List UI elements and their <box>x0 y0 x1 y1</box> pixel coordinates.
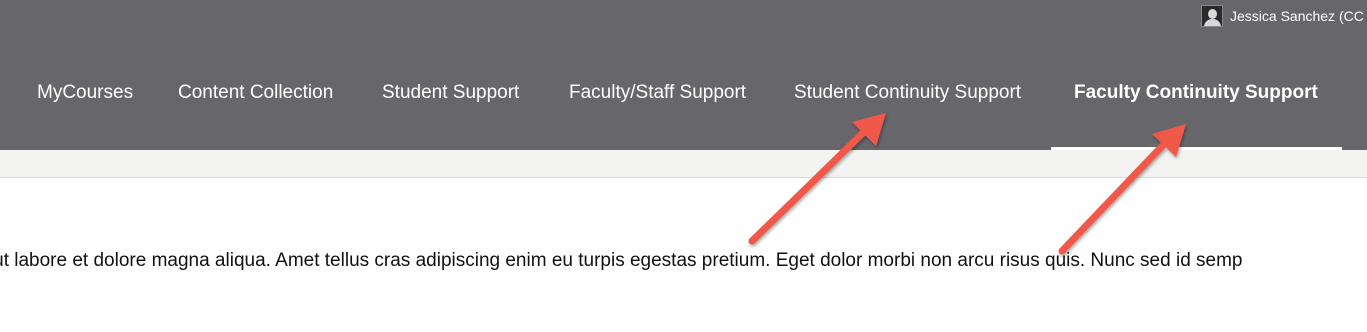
body-text: nt ut labore et dolore magna aliqua. Ame… <box>0 250 1243 271</box>
tab-faculty-continuity-support[interactable]: Faculty Continuity Support <box>1074 64 1318 150</box>
user-name: Jessica Sanchez (CC <box>1230 8 1364 24</box>
sub-header-bar <box>0 150 1367 178</box>
tab-student-support[interactable]: Student Support <box>382 64 519 150</box>
tab-content-collection[interactable]: Content Collection <box>178 64 333 150</box>
tab-student-continuity-support[interactable]: Student Continuity Support <box>794 64 1021 150</box>
user-menu[interactable]: Jessica Sanchez (CC <box>1201 5 1367 27</box>
page-content: nt ut labore et dolore magna aliqua. Ame… <box>0 247 1367 275</box>
top-navigation-bar: Jessica Sanchez (CC MyCourses Content Co… <box>0 0 1367 150</box>
user-avatar-icon <box>1201 5 1223 27</box>
main-nav-tabs: MyCourses Content Collection Student Sup… <box>0 64 1367 150</box>
tab-faculty-staff-support[interactable]: Faculty/Staff Support <box>569 64 746 150</box>
tab-mycourses[interactable]: MyCourses <box>37 64 133 150</box>
